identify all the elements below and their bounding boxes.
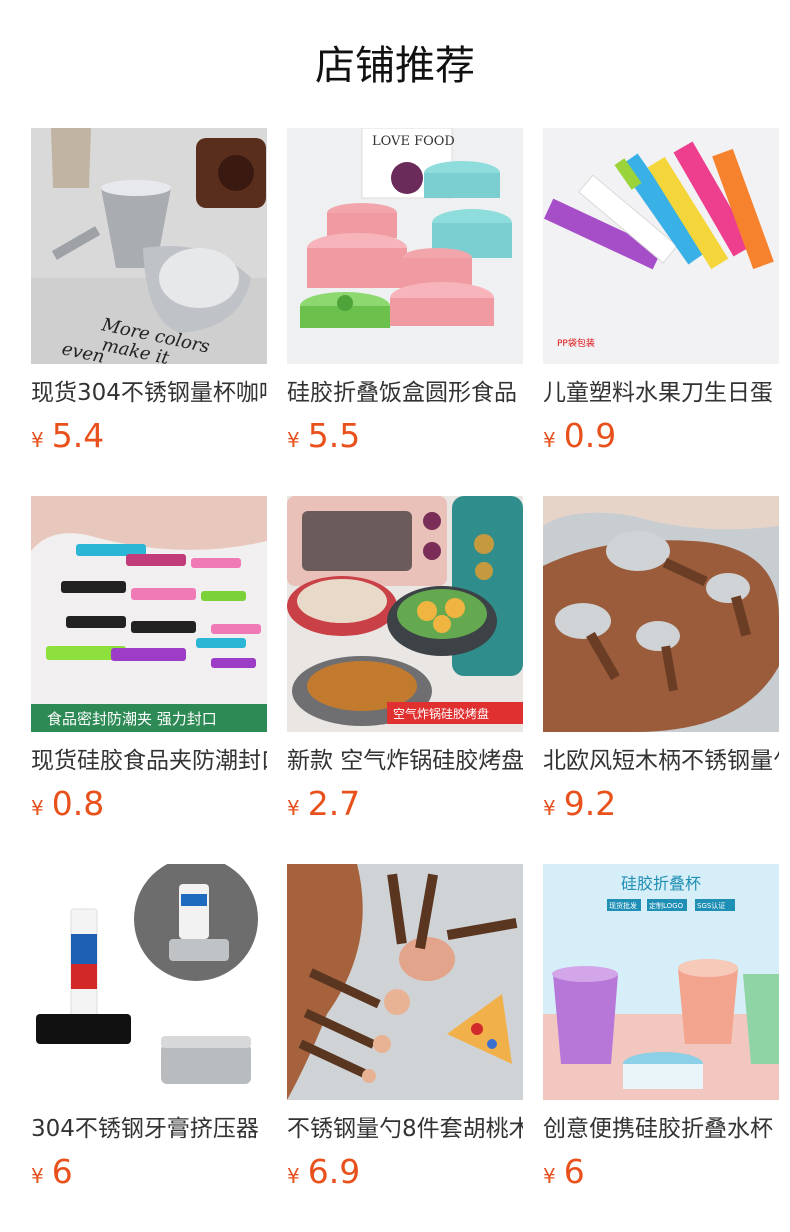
image-tag: PP袋包装 xyxy=(557,337,595,349)
product-card[interactable]: 空气炸锅硅胶烤盘 新款 空气炸锅硅胶烤盘 ¥2.7 xyxy=(287,496,523,832)
product-name[interactable]: 现货304不锈钢量杯咖啡 xyxy=(31,378,267,408)
product-name[interactable]: 创意便携硅胶折叠水杯 xyxy=(543,1114,779,1144)
image-tag: 食品密封防潮夹 强力封口 xyxy=(47,710,217,728)
currency-symbol: ¥ xyxy=(287,1164,300,1188)
product-name[interactable]: 304不锈钢牙膏挤压器 xyxy=(31,1114,267,1144)
product-card[interactable]: More colors make it even 现货304不锈钢量杯咖啡 ¥5… xyxy=(31,128,267,464)
image-tag: 空气炸锅硅胶烤盘 xyxy=(393,706,489,721)
product-price: ¥6.9 xyxy=(287,1152,523,1198)
product-name[interactable]: 儿童塑料水果刀生日蛋 xyxy=(543,378,779,408)
product-name[interactable]: 硅胶折叠饭盒圆形食品 xyxy=(287,378,523,408)
product-image[interactable]: 食品密封防潮夹 强力封口 xyxy=(31,496,267,732)
product-name[interactable]: 新款 空气炸锅硅胶烤盘 xyxy=(287,746,523,776)
product-name[interactable]: 现货硅胶食品夹防潮封口 xyxy=(31,746,267,776)
currency-symbol: ¥ xyxy=(543,1164,556,1188)
product-card[interactable]: 食品密封防潮夹 强力封口 现货硅胶食品夹防潮封口 ¥0.8 xyxy=(31,496,267,832)
page-title: 店铺推荐 xyxy=(315,43,475,89)
currency-symbol: ¥ xyxy=(543,428,556,452)
product-image[interactable]: LOVE FOOD xyxy=(287,128,523,364)
currency-symbol: ¥ xyxy=(31,796,44,820)
currency-symbol: ¥ xyxy=(287,428,300,452)
product-price: ¥5.4 xyxy=(31,416,267,462)
product-card[interactable]: 北欧风短木柄不锈钢量勺 ¥9.2 xyxy=(543,496,779,832)
image-text: LOVE FOOD xyxy=(372,134,455,149)
product-price: ¥6 xyxy=(543,1152,779,1198)
product-name[interactable]: 不锈钢量勺8件套胡桃木 xyxy=(287,1114,523,1144)
price-value: 9.2 xyxy=(563,784,617,823)
image-text: 现货批发 xyxy=(609,901,637,910)
price-value: 6 xyxy=(51,1152,73,1191)
currency-symbol: ¥ xyxy=(31,1164,44,1188)
product-price: ¥0.8 xyxy=(31,784,267,830)
product-card[interactable]: 304不锈钢牙膏挤压器 ¥6 xyxy=(31,864,267,1200)
image-text: 定制LOGO xyxy=(649,901,684,910)
currency-symbol: ¥ xyxy=(543,796,556,820)
product-price: ¥6 xyxy=(31,1152,267,1198)
price-value: 0.8 xyxy=(51,784,105,823)
product-image[interactable]: More colors make it even xyxy=(31,128,267,364)
product-grid: More colors make it even 现货304不锈钢量杯咖啡 ¥5… xyxy=(31,128,779,1200)
product-image[interactable] xyxy=(287,864,523,1100)
product-price: ¥5.5 xyxy=(287,416,523,462)
price-value: 6 xyxy=(563,1152,585,1191)
currency-symbol: ¥ xyxy=(287,796,300,820)
product-image[interactable]: PP袋包装 xyxy=(543,128,779,364)
product-image[interactable]: 硅胶折叠杯 现货批发 定制LOGO SGS认证 xyxy=(543,864,779,1100)
currency-symbol: ¥ xyxy=(31,428,44,452)
product-card[interactable]: 不锈钢量勺8件套胡桃木 ¥6.9 xyxy=(287,864,523,1200)
product-price: ¥2.7 xyxy=(287,784,523,830)
product-image[interactable] xyxy=(543,496,779,732)
image-text: SGS认证 xyxy=(697,901,725,910)
image-text: 硅胶折叠杯 xyxy=(621,874,701,893)
price-value: 0.9 xyxy=(563,416,617,455)
price-value: 5.4 xyxy=(51,416,105,455)
price-value: 5.5 xyxy=(307,416,361,455)
product-card[interactable]: LOVE FOOD 硅胶折叠饭盒圆形食品 ¥5.5 xyxy=(287,128,523,464)
product-image[interactable] xyxy=(31,864,267,1100)
price-value: 2.7 xyxy=(307,784,361,823)
product-card[interactable]: 硅胶折叠杯 现货批发 定制LOGO SGS认证 创意便携硅胶折叠水杯 ¥6 xyxy=(543,864,779,1200)
product-price: ¥9.2 xyxy=(543,784,779,830)
product-price: ¥0.9 xyxy=(543,416,779,462)
product-name[interactable]: 北欧风短木柄不锈钢量勺 xyxy=(543,746,779,776)
price-value: 6.9 xyxy=(307,1152,361,1191)
product-image[interactable]: 空气炸锅硅胶烤盘 xyxy=(287,496,523,732)
product-card[interactable]: PP袋包装 儿童塑料水果刀生日蛋 ¥0.9 xyxy=(543,128,779,464)
